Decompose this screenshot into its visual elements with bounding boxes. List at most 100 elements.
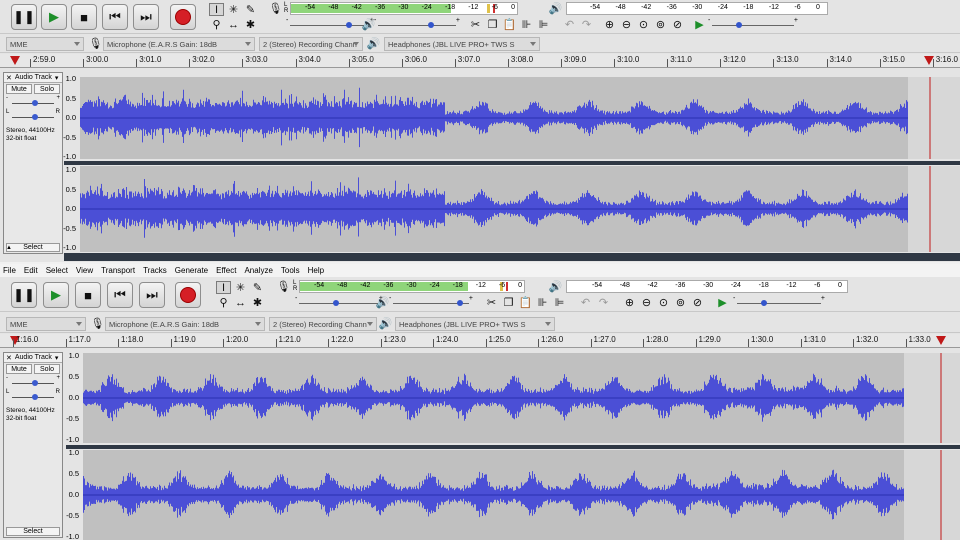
select-track-button[interactable]: Select <box>6 527 60 536</box>
track-name[interactable]: Audio Track <box>15 74 52 81</box>
menu-file[interactable]: File <box>3 266 16 275</box>
zoom-in-icon[interactable]: ⊕ <box>602 18 617 31</box>
zoom-out-icon[interactable]: ⊖ <box>639 296 654 309</box>
undo-icon[interactable]: ↶ <box>578 296 593 309</box>
menu-select[interactable]: Select <box>46 266 68 275</box>
play-button[interactable]: ▶ <box>43 282 69 308</box>
cut-icon[interactable]: ✂ <box>468 18 483 31</box>
copy-icon[interactable]: ❐ <box>485 18 500 31</box>
play-at-speed-icon[interactable]: ▶ <box>692 18 707 31</box>
envelope-tool-icon[interactable]: ✳ <box>226 3 241 16</box>
fit-project-icon[interactable]: ⊚ <box>653 18 668 31</box>
collapse-icon[interactable]: ▲ <box>6 245 12 251</box>
undo-icon[interactable]: ↶ <box>562 18 577 31</box>
menu-generate[interactable]: Generate <box>175 266 208 275</box>
track-menu-icon[interactable]: ▾ <box>55 354 59 362</box>
recording-channels-select[interactable]: 2 (Stereo) Recording Chann <box>259 37 363 51</box>
playhead-marker-icon[interactable] <box>924 56 934 65</box>
mute-button[interactable]: Mute <box>6 364 32 374</box>
redo-icon[interactable]: ↷ <box>579 18 594 31</box>
close-track-icon[interactable]: ✕ <box>6 74 12 82</box>
gain-slider[interactable]: - + <box>6 95 60 109</box>
timeshift-tool-icon[interactable]: ↔ <box>233 296 248 309</box>
silence-icon[interactable]: ⊫ <box>536 18 551 31</box>
recording-device-select[interactable]: Microphone (E.A.R.S Gain: 18dB <box>103 37 255 51</box>
solo-button[interactable]: Solo <box>34 364 60 374</box>
track-name[interactable]: Audio Track <box>15 354 52 361</box>
pause-button[interactable]: ❚❚ <box>11 282 37 308</box>
cut-icon[interactable]: ✂ <box>484 296 499 309</box>
multi-tool-icon[interactable]: ✱ <box>250 296 265 309</box>
play-at-speed-slider[interactable]: - + <box>733 295 825 309</box>
solo-button[interactable]: Solo <box>34 84 60 94</box>
fit-project-icon[interactable]: ⊚ <box>673 296 688 309</box>
waveform-channel-right[interactable] <box>80 166 960 252</box>
zoom-in-icon[interactable]: ⊕ <box>622 296 637 309</box>
menu-effect[interactable]: Effect <box>216 266 236 275</box>
skip-start-button[interactable]: ⏮ <box>102 4 128 30</box>
fit-selection-icon[interactable]: ⊙ <box>636 18 651 31</box>
audio-host-select[interactable]: MME <box>6 317 86 331</box>
redo-icon[interactable]: ↷ <box>596 296 611 309</box>
zoom-out-icon[interactable]: ⊖ <box>619 18 634 31</box>
zoom-tool-icon[interactable]: ⚲ <box>209 18 224 31</box>
pan-slider[interactable]: LR <box>6 109 60 123</box>
waveform-channel-left[interactable] <box>83 353 960 443</box>
playback-device-select[interactable]: Headphones (JBL LIVE PRO+ TWS S <box>384 37 540 51</box>
recording-device-select[interactable]: Microphone (E.A.R.S Gain: 18dB <box>105 317 265 331</box>
stop-button[interactable]: ■ <box>71 4 97 30</box>
playback-device-select[interactable]: Headphones (JBL LIVE PRO+ TWS S <box>395 317 555 331</box>
recording-channels-select[interactable]: 2 (Stereo) Recording Chann <box>269 317 377 331</box>
trim-icon[interactable]: ⊪ <box>519 18 534 31</box>
draw-tool-icon[interactable]: ✎ <box>243 3 258 16</box>
playback-volume-slider[interactable]: - + <box>389 295 473 309</box>
waveform-channel-left[interactable] <box>80 77 960 159</box>
paste-icon[interactable]: 📋 <box>518 296 533 309</box>
zoom-tool-icon[interactable]: ⚲ <box>216 296 231 309</box>
play-at-speed-slider[interactable]: - + <box>708 17 798 31</box>
menu-edit[interactable]: Edit <box>24 266 38 275</box>
record-volume-slider[interactable]: - + <box>286 17 374 31</box>
paste-icon[interactable]: 📋 <box>502 18 517 31</box>
menu-view[interactable]: View <box>76 266 93 275</box>
play-at-speed-icon[interactable]: ▶ <box>715 296 730 309</box>
skip-start-button[interactable]: ⏮ <box>107 282 133 308</box>
draw-tool-icon[interactable]: ✎ <box>250 281 265 294</box>
envelope-tool-icon[interactable]: ✳ <box>233 281 248 294</box>
track-menu-icon[interactable]: ▾ <box>55 74 59 82</box>
pan-slider[interactable]: LR <box>6 389 60 403</box>
menu-analyze[interactable]: Analyze <box>244 266 272 275</box>
copy-icon[interactable]: ❐ <box>501 296 516 309</box>
close-track-icon[interactable]: ✕ <box>6 354 12 362</box>
pause-button[interactable]: ❚❚ <box>11 4 37 30</box>
selection-tool-icon[interactable]: I <box>209 3 224 16</box>
stop-button[interactable]: ■ <box>75 282 101 308</box>
skip-end-button[interactable]: ⏭ <box>139 282 165 308</box>
play-button[interactable]: ▶ <box>41 4 67 30</box>
multi-tool-icon[interactable]: ✱ <box>243 18 258 31</box>
skip-end-button[interactable]: ⏭ <box>133 4 159 30</box>
record-button[interactable] <box>170 4 196 30</box>
record-button[interactable] <box>175 282 201 308</box>
timeline-ruler[interactable]: 1:16.0 1:17.0 1:18.0 1:19.0 1:20.0 1:21.0 1:22… <box>0 334 960 348</box>
silence-icon[interactable]: ⊫ <box>552 296 567 309</box>
play-start-marker-icon[interactable] <box>10 56 20 65</box>
audio-host-select[interactable]: MME <box>6 37 84 51</box>
fit-selection-icon[interactable]: ⊙ <box>656 296 671 309</box>
timeline-ruler[interactable]: 2:59.0 3:00.0 3:01.0 3:02.0 3:03.0 3:04.0 3:05… <box>0 54 960 68</box>
menu-tracks[interactable]: Tracks <box>143 266 167 275</box>
gain-slider[interactable]: - + <box>6 375 60 389</box>
select-track-button[interactable]: Select <box>6 243 60 252</box>
zoom-toggle-icon[interactable]: ⊘ <box>690 296 705 309</box>
mute-button[interactable]: Mute <box>6 84 32 94</box>
menu-help[interactable]: Help <box>308 266 324 275</box>
playback-volume-slider[interactable]: - + <box>374 17 460 31</box>
record-volume-slider[interactable]: - + <box>295 295 383 309</box>
menu-tools[interactable]: Tools <box>281 266 300 275</box>
selection-tool-icon[interactable]: I <box>216 281 231 294</box>
menu-transport[interactable]: Transport <box>101 266 135 275</box>
waveform-channel-right[interactable] <box>83 450 960 540</box>
zoom-toggle-icon[interactable]: ⊘ <box>670 18 685 31</box>
playhead-marker-icon[interactable] <box>936 336 946 345</box>
trim-icon[interactable]: ⊪ <box>535 296 550 309</box>
